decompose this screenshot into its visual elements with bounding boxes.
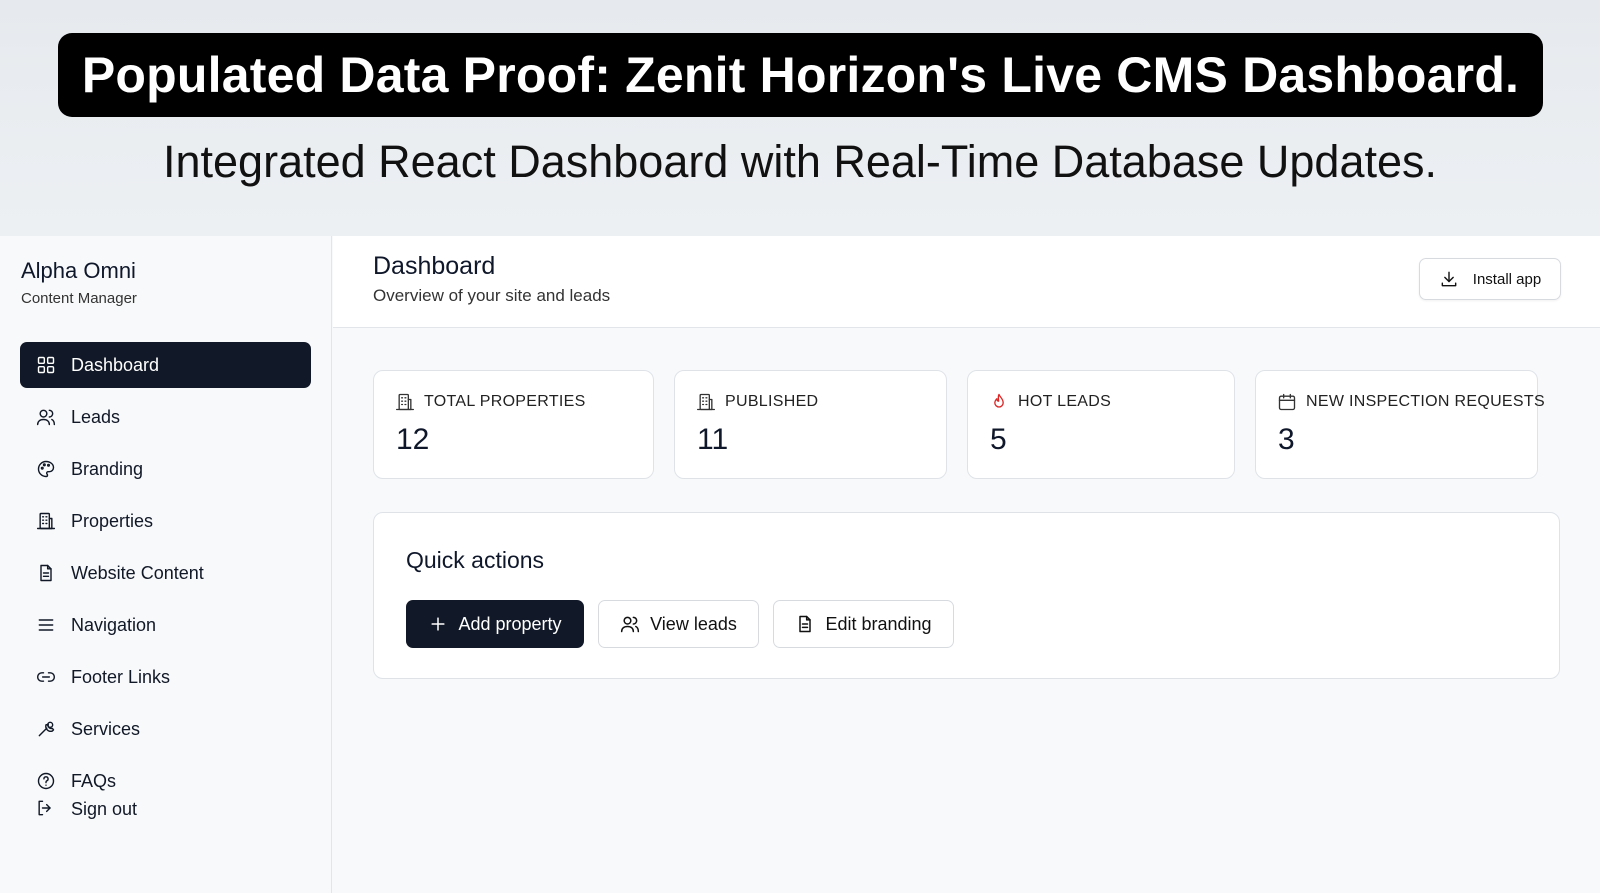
stat-card-published: PUBLISHED 11: [674, 370, 947, 479]
stat-value: 5: [990, 423, 1007, 456]
sidebar-item-label: Footer Links: [71, 666, 171, 687]
install-app-label: Install app: [1472, 270, 1542, 288]
sidebar-item-dashboard[interactable]: Dashboard: [20, 342, 311, 388]
sidebar-item-properties[interactable]: Properties: [20, 498, 311, 544]
sidebar-item-footer-links[interactable]: Footer Links: [20, 654, 311, 700]
sidebar-item-label: Branding: [71, 458, 144, 479]
stat-card-new-inspection-requests: NEW INSPECTION REQUESTS 3: [1255, 370, 1545, 479]
edit-branding-button[interactable]: Edit branding: [773, 600, 954, 648]
building-icon: [35, 510, 57, 532]
sidebar-item-services[interactable]: Services: [20, 706, 311, 752]
add-property-label: Add property: [458, 613, 562, 634]
building-icon: [394, 391, 416, 413]
page-header: Dashboard Overview of your site and lead…: [333, 236, 1600, 328]
plus-icon: [431, 617, 446, 631]
sidebar-item-website-content[interactable]: Website Content: [20, 550, 311, 596]
edit-branding-label: Edit branding: [825, 613, 932, 634]
brand-name: Alpha Omni: [21, 258, 136, 283]
file-icon: [35, 562, 57, 584]
stat-label: NEW INSPECTION REQUESTS: [1306, 393, 1545, 410]
sidebar: Alpha Omni Content Manager Dashboard Lea…: [0, 236, 332, 893]
stat-value: 3: [1278, 423, 1295, 456]
download-icon: [1441, 271, 1457, 287]
stat-value: 11: [697, 423, 729, 456]
log-out-icon: [35, 798, 57, 820]
stat-label: HOT LEADS: [1018, 393, 1112, 410]
promo-banner: Populated Data Proof: Zenit Horizon's Li…: [0, 0, 1600, 236]
sign-out-button[interactable]: Sign out: [35, 798, 137, 820]
stat-label: PUBLISHED: [725, 393, 819, 410]
quick-actions-card: Quick actions Add property View leads Ed…: [373, 512, 1560, 679]
sidebar-item-label: Properties: [71, 510, 154, 531]
install-app-button[interactable]: Install app: [1419, 258, 1561, 300]
palette-icon: [35, 458, 57, 480]
page-subtitle: Overview of your site and leads: [373, 286, 611, 305]
link-icon: [35, 666, 57, 688]
calendar-icon: [1276, 391, 1298, 413]
sidebar-item-leads[interactable]: Leads: [20, 394, 311, 440]
add-property-button[interactable]: Add property: [406, 600, 584, 648]
brand-role: Content Manager: [21, 290, 137, 307]
wrench-icon: [35, 718, 57, 740]
stat-card-hot-leads: HOT LEADS 5: [967, 370, 1235, 479]
banner-subheadline: Integrated React Dashboard with Real-Tim…: [163, 136, 1437, 187]
view-leads-label: View leads: [650, 613, 737, 634]
file-icon: [799, 615, 812, 633]
cms-app: Alpha Omni Content Manager Dashboard Lea…: [0, 236, 1600, 893]
grid-icon: [35, 354, 57, 376]
sidebar-item-label: Services: [71, 718, 141, 739]
sidebar-item-navigation[interactable]: Navigation: [20, 602, 311, 648]
users-icon: [621, 616, 640, 633]
sidebar-item-label: Navigation: [71, 614, 157, 635]
help-circle-icon: [35, 770, 57, 792]
stat-label: TOTAL PROPERTIES: [424, 393, 586, 410]
view-leads-button[interactable]: View leads: [598, 600, 759, 648]
quick-actions-title: Quick actions: [406, 547, 545, 573]
sidebar-item-branding[interactable]: Branding: [20, 446, 311, 492]
sidebar-item-label: Leads: [71, 406, 121, 427]
building-icon: [695, 391, 717, 413]
banner-headline: Populated Data Proof: Zenit Horizon's Li…: [58, 33, 1543, 117]
sidebar-item-label: Website Content: [71, 562, 204, 583]
flame-icon: [988, 391, 1010, 413]
users-icon: [35, 406, 57, 428]
stat-card-total-properties: TOTAL PROPERTIES 12: [373, 370, 654, 479]
stat-value: 12: [396, 423, 430, 456]
main-content: Dashboard Overview of your site and lead…: [333, 236, 1600, 893]
sidebar-item-label: FAQs: [71, 770, 117, 791]
menu-icon: [35, 614, 57, 636]
sign-out-label: Sign out: [71, 798, 138, 819]
sidebar-item-label: Dashboard: [71, 354, 160, 375]
page-title: Dashboard: [373, 252, 496, 280]
sidebar-nav: Dashboard Leads Branding Properties Webs…: [20, 342, 311, 810]
